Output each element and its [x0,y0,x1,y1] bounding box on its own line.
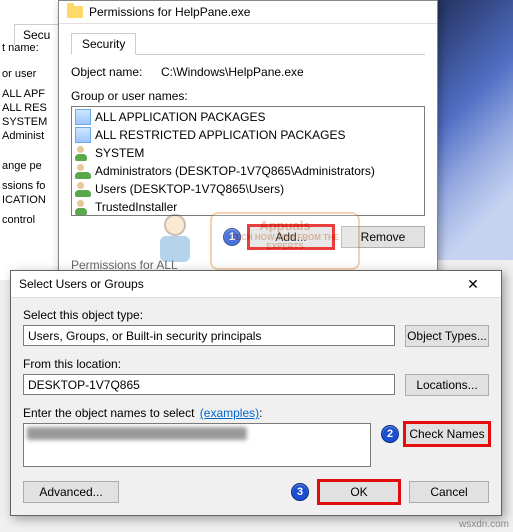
user-icon [75,199,91,215]
ok-button[interactable]: OK [319,481,399,503]
package-icon [75,109,91,125]
annotation-badge-3: 3 [291,483,309,501]
source-watermark: wsxdn.com [459,519,509,530]
folder-icon [67,6,83,18]
group-icon [75,163,91,179]
list-item: Users (DESKTOP-1V7Q865\Users) [73,180,423,198]
locations-button[interactable]: Locations... [405,374,489,396]
remove-button[interactable]: Remove [341,226,425,248]
select-users-dialog: Select Users or Groups ✕ Select this obj… [10,270,502,516]
location-label: From this location: [23,357,489,371]
object-name-value: C:\Windows\HelpPane.exe [161,65,304,79]
list-item: ALL APPLICATION PACKAGES [73,108,423,126]
cancel-button[interactable]: Cancel [409,481,489,503]
user-icon [75,145,91,161]
add-button[interactable]: Add... [249,226,333,248]
permissions-titlebar[interactable]: Permissions for HelpPane.exe [59,1,437,24]
advanced-button[interactable]: Advanced... [23,481,119,503]
tab-security[interactable]: Security [71,33,136,55]
select-users-title: Select Users or Groups [19,277,144,291]
list-item: ALL RESTRICTED APPLICATION PACKAGES [73,126,423,144]
permissions-dialog: Permissions for HelpPane.exe Security Ob… [58,0,438,287]
redacted-text [27,427,247,440]
annotation-badge-1: 1 [223,228,241,246]
annotation-badge-2: 2 [381,425,399,443]
check-names-button[interactable]: Check Names [405,423,489,445]
decorative-background [433,0,513,260]
object-types-button[interactable]: Object Types... [405,325,489,347]
object-type-label: Select this object type: [23,308,489,322]
group-user-list[interactable]: ALL APPLICATION PACKAGES ALL RESTRICTED … [71,106,425,216]
object-names-field[interactable] [23,423,371,467]
permissions-title: Permissions for HelpPane.exe [89,5,250,19]
background-tab: Secu [14,24,59,45]
group-user-label: Group or user names: [71,89,425,103]
list-item: TrustedInstaller [73,198,423,216]
package-icon [75,127,91,143]
list-item: Administrators (DESKTOP-1V7Q865\Administ… [73,162,423,180]
list-item: SYSTEM [73,144,423,162]
tab-row: Security [71,32,425,55]
object-names-label: Enter the object names to select (exampl… [23,406,489,420]
object-name-label: Object name: [71,65,161,79]
examples-link[interactable]: (examples) [200,406,259,420]
close-button[interactable]: ✕ [453,277,493,291]
object-type-field[interactable] [23,325,395,346]
group-icon [75,181,91,197]
select-users-titlebar[interactable]: Select Users or Groups ✕ [11,271,501,298]
location-field[interactable] [23,374,395,395]
background-panel-left: Secu t name: or user ALL APF ALL RES SYS… [0,0,60,280]
